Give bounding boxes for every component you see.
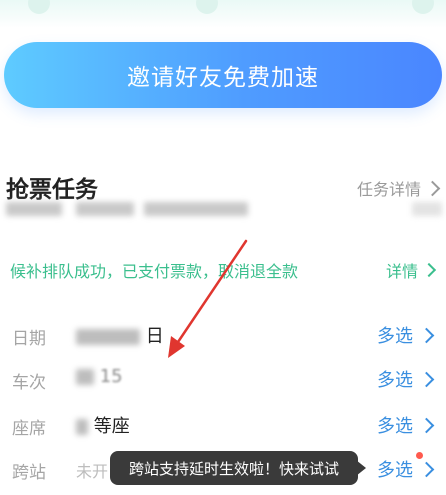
arrow-head [168,336,185,358]
annotation-arrow [168,239,248,358]
arrow-shaft [174,239,248,347]
